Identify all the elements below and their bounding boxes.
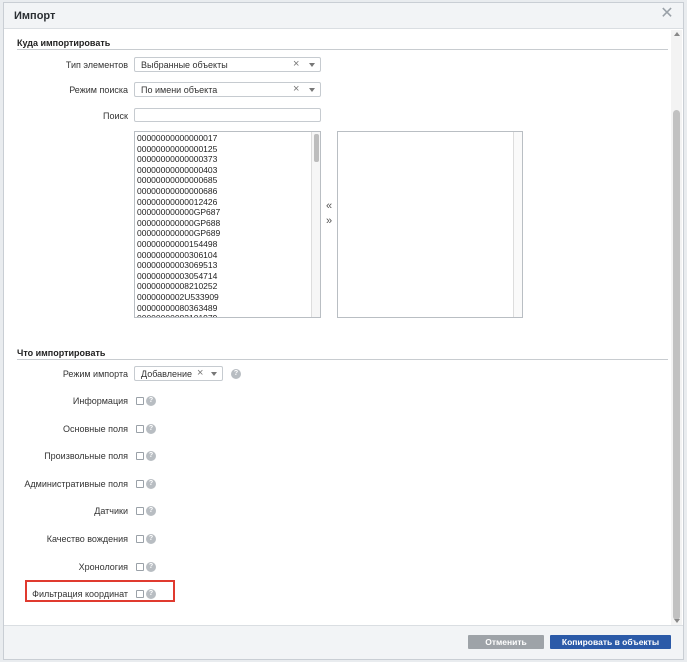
chevron-down-icon[interactable]: [309, 88, 315, 92]
dialog-scroll-thumb[interactable]: [673, 110, 680, 620]
help-icon[interactable]: ?: [146, 562, 156, 572]
section-target-header: Куда импортировать: [17, 38, 668, 50]
source-items: 00000000000000017 00000000000000125 000000…: [137, 133, 220, 317]
clear-icon[interactable]: ×: [293, 58, 299, 70]
element-type-select[interactable]: Выбранные объекты ×: [134, 57, 321, 72]
list-item[interactable]: 000000000000GP687: [137, 207, 220, 218]
search-mode-select[interactable]: По имени объекта ×: [134, 82, 321, 97]
dialog-scrollbar[interactable]: [671, 30, 682, 625]
list-item[interactable]: 00000000003054714: [137, 271, 220, 282]
option-label: Произвольные поля: [44, 451, 128, 461]
section-target-title: Куда импортировать: [17, 38, 111, 48]
section-what-title: Что импортировать: [17, 348, 106, 358]
close-icon[interactable]: ✕: [660, 6, 674, 22]
element-type-value: Выбранные объекты: [141, 60, 228, 70]
list-item[interactable]: 00000000000012426: [137, 197, 220, 208]
list-item[interactable]: 00000000000000686: [137, 186, 220, 197]
search-mode-value: По имени объекта: [141, 85, 218, 95]
dialog-footer: Отменить Копировать в объекты: [4, 625, 683, 659]
search-input[interactable]: [134, 108, 321, 122]
source-list-scroll-thumb[interactable]: [314, 134, 319, 162]
help-icon[interactable]: ?: [146, 424, 156, 434]
option-checkbox[interactable]: [136, 480, 144, 488]
list-item[interactable]: 000000000000GP688: [137, 218, 220, 229]
chevron-down-icon[interactable]: [211, 372, 217, 376]
target-list-scrollbar[interactable]: [513, 132, 522, 317]
help-icon[interactable]: ?: [146, 479, 156, 489]
highlight-box: [25, 580, 175, 602]
option-label: Качество вождения: [46, 534, 128, 544]
search-label: Поиск: [103, 111, 128, 121]
list-item[interactable]: 00000000000306104: [137, 250, 220, 261]
list-item[interactable]: 0000000002U533909: [137, 292, 220, 303]
import-dialog: Импорт ✕ Куда импортировать Тип элементо…: [3, 2, 684, 660]
list-item[interactable]: 00000000000154498: [137, 239, 220, 250]
clear-icon[interactable]: ×: [197, 367, 203, 379]
help-icon[interactable]: ?: [146, 396, 156, 406]
source-list-scrollbar[interactable]: [311, 132, 320, 317]
list-item[interactable]: 00000000000000685: [137, 175, 220, 186]
element-type-label: Тип элементов: [65, 60, 128, 70]
list-item[interactable]: 00000000000000017: [137, 133, 220, 144]
option-checkbox[interactable]: [136, 397, 144, 405]
help-icon[interactable]: ?: [146, 534, 156, 544]
move-left-button[interactable]: «: [324, 200, 334, 212]
scroll-up-icon[interactable]: [674, 32, 680, 36]
option-checkbox[interactable]: [136, 563, 144, 571]
list-item[interactable]: 00000000003069513: [137, 260, 220, 271]
list-item[interactable]: 00000000080363489: [137, 303, 220, 314]
scroll-down-icon[interactable]: [674, 619, 680, 623]
list-item[interactable]: 00000000082101979: [137, 313, 220, 317]
copy-to-objects-button[interactable]: Копировать в объекты: [550, 635, 671, 649]
help-icon[interactable]: ?: [146, 506, 156, 516]
option-checkbox[interactable]: [136, 507, 144, 515]
option-label: Информация: [72, 396, 128, 406]
option-checkbox[interactable]: [136, 535, 144, 543]
dialog-title: Импорт: [14, 10, 56, 22]
list-item[interactable]: 00000000000000403: [137, 165, 220, 176]
option-label: Датчики: [94, 506, 128, 516]
list-item[interactable]: 00000000008210252: [137, 281, 220, 292]
help-icon[interactable]: ?: [146, 451, 156, 461]
list-item[interactable]: 00000000000000125: [137, 144, 220, 155]
source-list[interactable]: 00000000000000017 00000000000000125 000000…: [134, 131, 321, 318]
import-mode-label: Режим импорта: [62, 369, 128, 379]
option-checkbox[interactable]: [136, 425, 144, 433]
list-item[interactable]: 000000000000GP689: [137, 228, 220, 239]
chevron-down-icon[interactable]: [309, 63, 315, 67]
option-label: Хронология: [78, 562, 128, 572]
import-mode-select[interactable]: Добавление ×: [134, 366, 223, 381]
list-item[interactable]: 00000000000000373: [137, 154, 220, 165]
option-label: Административные поля: [24, 479, 128, 489]
dialog-content: Куда импортировать Тип элементов Выбранн…: [4, 30, 671, 625]
move-right-button[interactable]: »: [324, 215, 334, 227]
option-label: Основные поля: [62, 424, 128, 434]
dialog-header: Импорт ✕: [4, 3, 683, 29]
cancel-button[interactable]: Отменить: [468, 635, 544, 649]
search-mode-label: Режим поиска: [69, 85, 128, 95]
target-list[interactable]: [337, 131, 523, 318]
import-mode-value: Добавление: [141, 369, 192, 379]
clear-icon[interactable]: ×: [293, 83, 299, 95]
option-checkbox[interactable]: [136, 452, 144, 460]
help-icon[interactable]: ?: [231, 369, 241, 379]
section-what-header: Что импортировать: [17, 348, 668, 360]
